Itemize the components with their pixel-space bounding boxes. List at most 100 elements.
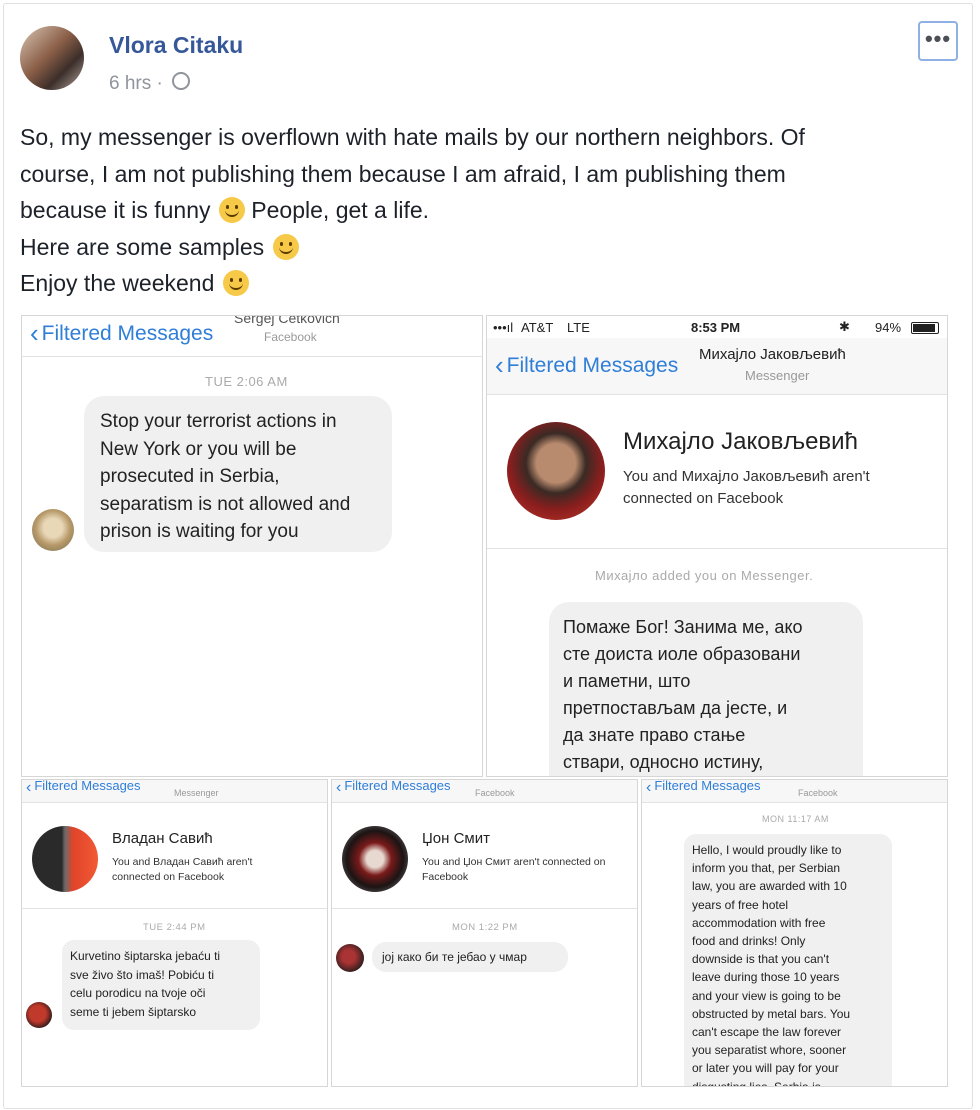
chevron-left-icon: ‹ [646, 779, 652, 796]
profile-photo[interactable] [342, 826, 408, 892]
post-text-segment: because it is funny [20, 197, 211, 223]
nav-bar: ‹ Filtered Messages Messenger [22, 780, 327, 803]
meta-separator: · [156, 73, 163, 94]
sender-avatar[interactable] [32, 509, 74, 551]
chevron-left-icon: ‹ [336, 779, 342, 796]
author-name[interactable]: Vlora Citaku [109, 32, 243, 59]
nav-bar: ‹ Filtered Messages Facebook [642, 780, 947, 803]
nav-bar: ‹ Filtered Messages Михајло Јаковљевић Me… [487, 338, 947, 395]
author-avatar[interactable] [20, 26, 84, 90]
message-line: Kurvetino šiptarska jebaću ti [70, 949, 221, 963]
message-line: obstructed by metal bars. You [692, 1006, 851, 1021]
profile-photo[interactable] [507, 422, 605, 520]
back-button[interactable]: ‹ Filtered Messages [336, 779, 451, 797]
profile-note: You and Џон Смит aren't connected on [422, 856, 606, 868]
battery-icon [911, 322, 939, 334]
back-label: Filtered Messages [34, 779, 141, 793]
facebook-post: Vlora Citaku 6 hrs · ••• So, my messenge… [3, 3, 973, 1109]
profile-note: You and Владан Савић aren't [112, 856, 253, 868]
profile-note: connected on Facebook [112, 871, 225, 883]
back-button[interactable]: ‹ Filtered Messages [495, 350, 678, 381]
message-line: prison is waiting for you [100, 521, 299, 542]
message-bubble: Kurvetino šiptarska jebaću ti sve živo š… [62, 940, 260, 1030]
screenshot-5[interactable]: ‹ Filtered Messages Facebook MON 11:17 AM… [641, 779, 948, 1087]
sender-source: Messenger [745, 368, 810, 383]
post-text-segment: Here are some samples [20, 233, 265, 260]
back-button[interactable]: ‹ Filtered Messages [30, 318, 213, 349]
back-label: Filtered Messages [654, 779, 761, 793]
network-label: LTE [567, 320, 590, 335]
divider [22, 908, 327, 909]
message-line: celu porodicu na tvoje oči [70, 986, 206, 1000]
post-text-line: So, my messenger is overflown with hate … [20, 124, 805, 150]
globe-icon[interactable] [172, 72, 191, 90]
message-line: law, you are awarded with 10 [692, 879, 847, 894]
message-line: and your view is going to be [692, 988, 841, 1003]
message-line: и паметни, што [563, 671, 691, 691]
post-meta: 6 hrs · [109, 72, 191, 95]
message-line: Hello, I would proudly like to [692, 843, 842, 857]
message-line: да знате право стање [563, 725, 746, 745]
screenshot-3[interactable]: ‹ Filtered Messages Messenger Владан Сави… [21, 779, 328, 1087]
divider [332, 908, 637, 909]
post-text-line: course, I am not publishing them because… [20, 160, 786, 187]
back-label: Filtered Messages [344, 779, 451, 793]
message-line: New York or you will be [100, 438, 297, 460]
message-line: сте доиста иоле образовани [563, 644, 801, 664]
message-line: seme ti jebem šiptarsko [70, 1004, 197, 1019]
signal-icon: •••ıl [493, 320, 514, 335]
sender-avatar[interactable] [26, 1002, 52, 1028]
message-bubble: Hello, I would proudly like to inform yo… [684, 834, 892, 1087]
sender-source: Facebook [264, 330, 317, 344]
more-options-button[interactable]: ••• [918, 21, 958, 61]
message-line: јој како би те јебао у чмар [382, 950, 527, 964]
message-line: you separatist whore, sooner [692, 1043, 847, 1058]
chevron-left-icon: ‹ [26, 779, 32, 796]
message-bubble: Stop your terrorist actions in New York … [84, 396, 392, 552]
profile-name: Џон Смит [422, 830, 490, 847]
message-line: Stop your terrorist actions in [100, 411, 337, 432]
screenshot-2[interactable]: •••ıl AT&T LTE 8:53 PM ✱ 94% ‹ Filtered M… [486, 315, 948, 777]
profile-name: Михајло Јаковљевић [623, 428, 858, 455]
screenshot-1[interactable]: ‹ Filtered Messages Sergej Cetkovich Face… [21, 315, 483, 777]
message-line: disgusting lies. Serbia is [692, 1079, 821, 1087]
post-text-segment: Enjoy the weekend [20, 270, 215, 296]
message-line: претпостављам да јесте, и [563, 698, 788, 718]
smile-emoji-icon [272, 233, 299, 260]
message-line: food and drinks! Only [692, 934, 806, 949]
sender-name: Sergej Cetkovich [234, 315, 340, 326]
profile-note: You and Михајло Јаковљевић aren't [623, 468, 870, 485]
profile-name: Владан Савић [112, 830, 213, 847]
message-line: downside is that you can't [692, 952, 830, 967]
bluetooth-icon: ✱ [839, 319, 850, 334]
screenshot-4[interactable]: ‹ Filtered Messages Facebook Џон Смит You… [331, 779, 638, 1087]
message-line: sve živo što imaš! Pobiću ti [70, 967, 215, 982]
post-text-line: Enjoy the weekend [20, 265, 940, 302]
sender-avatar[interactable] [336, 944, 364, 972]
sender-source: Facebook [798, 788, 838, 798]
added-note: Михајло added you on Messenger. [595, 568, 814, 583]
smile-emoji-icon [222, 270, 249, 296]
divider [487, 548, 947, 549]
message-line: years of free hotel [692, 897, 789, 912]
message-timestamp: MON 11:17 AM [762, 814, 829, 824]
message-line: prosecuted in Serbia, [100, 466, 280, 487]
sender-name: Михајло Јаковљевић [699, 346, 846, 363]
back-button[interactable]: ‹ Filtered Messages [26, 779, 141, 797]
profile-photo[interactable] [32, 826, 98, 892]
post-time[interactable]: 6 hrs [109, 73, 151, 94]
back-button[interactable]: ‹ Filtered Messages [646, 779, 761, 797]
back-label: Filtered Messages [506, 354, 679, 377]
message-line: accommodation with free [692, 915, 826, 930]
message-timestamp: TUE 2:06 AM [205, 374, 288, 389]
sender-source: Messenger [174, 788, 219, 798]
message-line: separatism is not allowed and [100, 493, 351, 515]
profile-note: Facebook [422, 871, 469, 883]
nav-bar: ‹ Filtered Messages Sergej Cetkovich Face… [22, 316, 482, 357]
smile-emoji-icon [218, 197, 245, 223]
post-text-line: Here are some samples [20, 229, 940, 266]
message-line: ствари, односно истину, [563, 752, 764, 772]
post-text-segment: People, get a life. [251, 197, 430, 223]
message-line: inform you that, per Serbian [692, 861, 841, 876]
nav-bar: ‹ Filtered Messages Facebook [332, 780, 637, 803]
